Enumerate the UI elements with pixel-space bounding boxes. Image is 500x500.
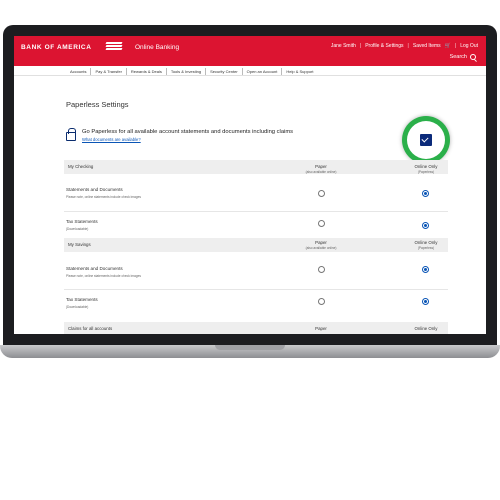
search-label: Search [449,54,467,60]
divider: | [359,43,362,49]
search-icon [470,54,476,60]
row-note: Please note, online statements include c… [66,274,141,278]
section-header-checking: My Checking [64,160,448,174]
lock-icon [66,128,76,141]
log-out-link[interactable]: Log Out [460,43,478,49]
row-note: Please note, online statements include c… [66,195,141,199]
nav-item-accounts[interactable]: Accounts [66,68,90,75]
laptop-notch [215,345,285,350]
nav-item-help-support[interactable]: Help & Support [281,68,317,75]
flag-logo-icon [105,42,123,51]
row-label: Statements and Documents [66,187,123,192]
divider: | [454,43,457,49]
paper-column-note: (also available online) [305,246,337,250]
section-header-claims: Claims for all accounts [64,322,448,334]
section-title: My Savings [68,242,91,247]
section-title: My Checking [68,164,94,169]
saved-items-link[interactable]: Saved Items [413,43,441,49]
paper-column-note: (also available online) [305,170,337,174]
profile-settings-link[interactable]: Profile & Settings [365,43,403,49]
row-label: Statements and Documents [66,266,123,271]
divider: | [407,43,409,49]
online-column-header: Online Only [414,164,438,169]
section-title: Claims for all accounts [68,326,113,331]
main-nav: Accounts Pay & Transfer Rewards & Deals … [66,68,318,75]
online-only-radio[interactable] [422,298,429,305]
bank-logo[interactable]: BANK OF AMERICA [21,44,92,51]
paper-column-header: Paper [315,326,327,331]
paper-radio[interactable] [318,220,325,227]
section-header-savings: My Savings [64,238,448,252]
nav-item-rewards-deals[interactable]: Rewards & Deals [125,68,166,75]
highlight-inner [407,121,445,159]
row-divider [64,211,448,212]
online-column-note: (Paperless) [417,170,435,174]
user-links: Jane Smith | Profile & Settings | Saved … [331,43,478,49]
highlight-ring [402,116,450,164]
site-header: BANK OF AMERICA Online Banking Jane Smit… [14,36,486,66]
online-column-note: (Paperless) [417,246,435,250]
go-paperless-text: Go Paperless for all available account s… [82,129,294,135]
paper-column-header: Paper [315,164,327,169]
online-column-header: Online Only [414,326,438,331]
paper-radio[interactable] [318,298,325,305]
online-column-header: Online Only [414,240,438,245]
search-button[interactable]: Search [450,54,476,60]
nav-item-open-account[interactable]: Open an Account [241,68,282,75]
online-only-radio[interactable] [422,266,429,273]
paper-radio[interactable] [318,266,325,273]
row-note: (Downloadable) [66,305,89,309]
go-paperless-checkbox[interactable] [420,134,432,146]
online-only-radio[interactable] [422,190,429,197]
cart-icon: 🛒 [444,43,451,49]
nav-divider [14,75,486,76]
paper-column-header: Paper [315,240,327,245]
row-note: (Downloadable) [66,227,89,231]
available-documents-link[interactable]: What documents are available? [82,137,141,142]
online-only-radio[interactable] [422,222,429,229]
row-label: Tax Statements [66,297,98,302]
row-label: Tax Statements [66,219,98,224]
product-name: Online Banking [135,44,180,51]
nav-item-security-center[interactable]: Security Center [205,68,242,75]
nav-item-pay-transfer[interactable]: Pay & Transfer [90,68,125,75]
nav-item-tools-investing[interactable]: Tools & Investing [165,68,205,75]
row-divider [64,289,448,290]
paper-radio[interactable] [318,190,325,197]
page-title: Paperless Settings [66,100,129,109]
browser-screen: BANK OF AMERICA Online Banking Jane Smit… [14,36,486,334]
user-name: Jane Smith [330,43,356,49]
